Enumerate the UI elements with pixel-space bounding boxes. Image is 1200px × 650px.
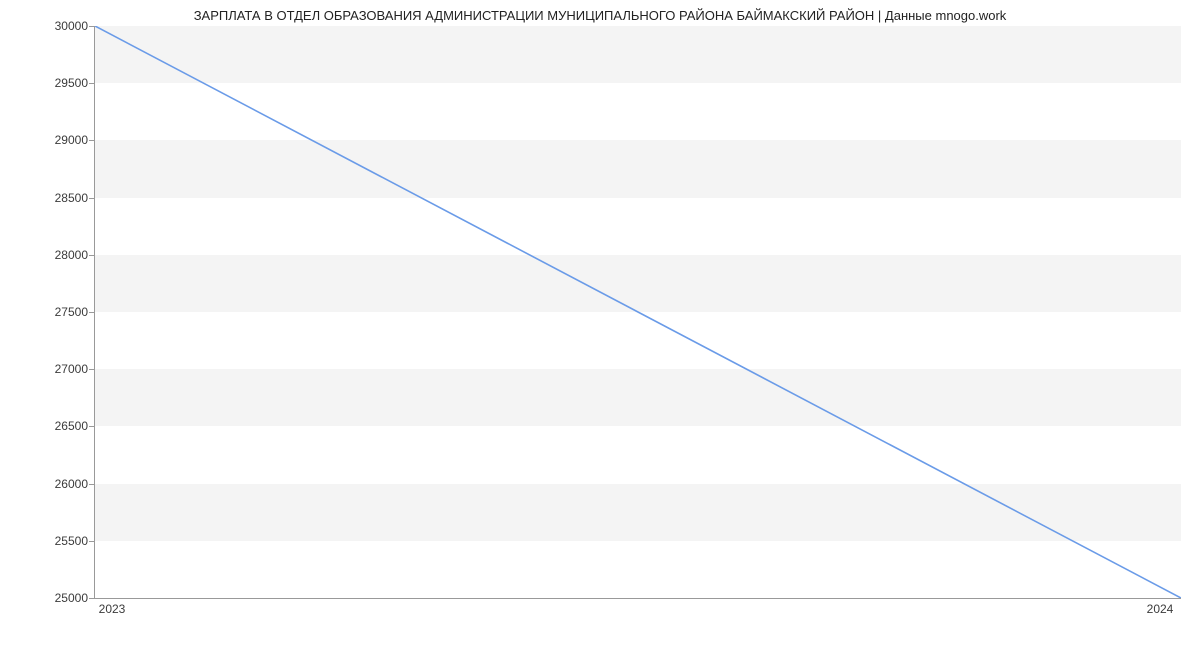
y-axis-label: 25000 xyxy=(55,591,88,605)
y-axis-label: 26000 xyxy=(55,477,88,491)
y-axis-label: 28000 xyxy=(55,248,88,262)
chart-title: ЗАРПЛАТА В ОТДЕЛ ОБРАЗОВАНИЯ АДМИНИСТРАЦ… xyxy=(0,8,1200,23)
y-axis-label: 26500 xyxy=(55,419,88,433)
y-axis-label: 29500 xyxy=(55,76,88,90)
y-axis-label: 30000 xyxy=(55,19,88,33)
y-axis-label: 27000 xyxy=(55,362,88,376)
plot-area xyxy=(94,26,1181,599)
y-tick xyxy=(89,598,95,599)
y-axis-label: 28500 xyxy=(55,191,88,205)
x-axis-label: 2024 xyxy=(1147,602,1174,616)
chart-container: ЗАРПЛАТА В ОТДЕЛ ОБРАЗОВАНИЯ АДМИНИСТРАЦ… xyxy=(0,0,1200,650)
data-line xyxy=(95,26,1181,598)
y-axis-label: 29000 xyxy=(55,133,88,147)
y-axis-label: 27500 xyxy=(55,305,88,319)
x-axis-label: 2023 xyxy=(99,602,126,616)
y-axis-label: 25500 xyxy=(55,534,88,548)
